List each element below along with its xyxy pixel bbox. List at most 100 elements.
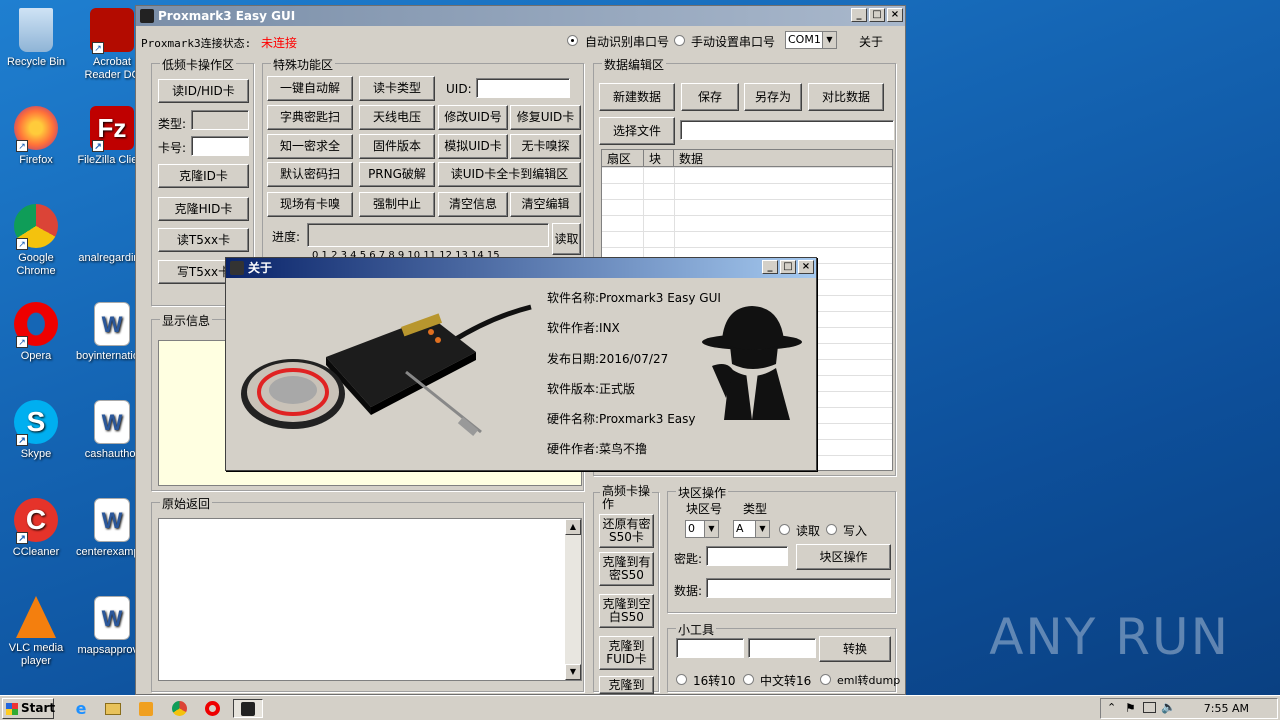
software-name: 软件名称:Proxmark3 Easy GUI [547,291,721,305]
read-card-type-button[interactable]: 读卡类型 [359,76,435,101]
dict-key-scan-button[interactable]: 字典密匙扫 [267,105,353,130]
desktop-icon-opera[interactable]: ↗ Opera [0,302,72,363]
close-button[interactable]: × [798,260,814,274]
chinese-to-hex-label: 中文转16 [760,674,812,688]
manual-port-radio[interactable] [674,35,685,46]
repair-uid-card-button[interactable]: 修复UID卡 [510,105,581,130]
read-id-hid-button[interactable]: 读ID/HID卡 [158,79,249,103]
block-number-select[interactable]: 0 ▼ [685,520,719,538]
shortcut-arrow-icon: ↗ [16,532,28,544]
lf-type-field[interactable] [191,110,249,130]
block-data-field[interactable] [706,578,891,598]
network-icon[interactable] [1143,702,1156,713]
default-key-scan-button[interactable]: 默认密码扫 [267,162,353,187]
block-operation-button[interactable]: 块区操作 [796,544,891,570]
volume-icon[interactable]: 🔈 [1161,700,1176,714]
clone-to-blank-s50-button[interactable]: 克隆到空白S50 [599,594,654,628]
clear-info-button[interactable]: 清空信息 [438,192,508,217]
chinese-to-hex-radio[interactable] [743,674,754,685]
convert-button[interactable]: 转换 [819,636,891,662]
read-t5xx-button[interactable]: 读T5xx卡 [158,228,249,252]
proxmark-taskbar-button[interactable] [233,699,263,718]
chrome-taskbar-icon[interactable] [168,699,190,718]
close-button[interactable]: × [887,8,903,22]
desktop-icon-chrome[interactable]: ↗ Google Chrome [0,204,72,278]
chrome-icon: ↗ [14,204,58,250]
main-titlebar[interactable]: Proxmark3 Easy GUI _ □ × [136,6,905,26]
desktop-icon-label: Acrobat Reader DC [84,56,140,81]
maximize-button[interactable]: □ [780,260,796,274]
scroll-up-icon[interactable]: ▲ [565,519,581,535]
key-type-select[interactable]: A ▼ [733,520,770,538]
start-button[interactable]: Start [2,698,55,719]
auto-port-radio[interactable] [567,35,578,46]
eml-to-dump-radio[interactable] [820,674,831,685]
about-link[interactable]: 关于 [859,33,883,50]
new-data-button[interactable]: 新建数据 [599,83,675,111]
one-key-all-button[interactable]: 知一密求全 [267,134,353,159]
force-stop-button[interactable]: 强制中止 [359,192,435,217]
save-button[interactable]: 保存 [681,83,739,111]
about-titlebar[interactable]: 关于 _ □ × [226,258,816,278]
key-field[interactable] [706,546,788,566]
cardless-sniff-button[interactable]: 无卡嗅探 [510,134,581,159]
desktop-icon-recycle-bin[interactable]: Recycle Bin [0,8,72,69]
choose-file-button[interactable]: 选择文件 [599,117,675,145]
clone-to-fuid-button[interactable]: 克隆到FUID卡 [599,636,654,670]
read-uid-full-to-editor-button[interactable]: 读UID卡全卡到编辑区 [438,162,581,187]
com-port-select[interactable]: COM1 ▼ [785,31,837,49]
emulate-uid-button[interactable]: 模拟UID卡 [438,134,508,159]
ie-taskbar-icon[interactable]: e [70,699,92,718]
prng-crack-button[interactable]: PRNG破解 [359,162,435,187]
save-as-button[interactable]: 另存为 [744,83,802,111]
desktop-icon-ccleaner[interactable]: C ↗ CCleaner [0,498,72,559]
tool-input-field[interactable] [676,638,744,658]
col-data[interactable]: 数据 [674,150,892,166]
clone-to-more-button[interactable]: 克隆到 [599,676,654,694]
clock[interactable]: 7:55 AM [1204,702,1249,715]
clone-id-button[interactable]: 克隆ID卡 [158,164,249,188]
antenna-voltage-button[interactable]: 天线电压 [359,105,435,130]
file-path-field[interactable] [680,120,894,140]
compare-data-button[interactable]: 对比数据 [808,83,884,111]
tray-expand-icon[interactable]: ⌃ [1107,701,1116,714]
raw-return-textarea[interactable]: ▲ ▼ [158,518,582,681]
clear-editor-button[interactable]: 清空编辑 [510,192,581,217]
maximize-button[interactable]: □ [869,8,885,22]
read-radio[interactable] [779,524,790,535]
minimize-button[interactable]: _ [851,8,867,22]
opera-taskbar-icon[interactable] [201,699,223,718]
one-click-crack-button[interactable]: 一键自动解 [267,76,353,101]
explorer-taskbar-icon[interactable] [102,699,124,718]
vlc-cone-icon [16,596,56,638]
onsite-sniff-button[interactable]: 现场有卡嗅 [267,192,353,217]
write-radio[interactable] [826,524,837,535]
uid-field[interactable] [476,78,570,98]
minimize-button[interactable]: _ [762,260,778,274]
modify-uid-button[interactable]: 修改UID号 [438,105,508,130]
eml-to-dump-label: eml转dump [837,674,901,687]
desktop-icon-label: CCleaner [12,546,60,558]
flag-icon[interactable]: ⚑ [1125,701,1136,715]
col-sector[interactable]: 扇区 [602,150,644,166]
col-block[interactable]: 块 [644,150,674,166]
raw-scrollbar[interactable]: ▲ ▼ [565,519,581,680]
hex-to-dec-radio[interactable] [676,674,687,685]
read-sector-button[interactable]: 读取 [552,223,581,255]
card-number-field[interactable] [191,136,249,156]
spy-avatar-icon [702,306,802,420]
scroll-down-icon[interactable]: ▼ [565,664,581,680]
tool-output-field[interactable] [748,638,816,658]
special-group-title: 特殊功能区 [271,56,336,73]
desktop-icon-skype[interactable]: S ↗ Skype [0,400,72,461]
hf-group-title: 高频卡操作 [600,484,652,511]
restore-encrypted-s50-button[interactable]: 还原有密S50卡 [599,514,654,548]
firmware-version-button[interactable]: 固件版本 [359,134,435,159]
media-player-taskbar-icon[interactable] [135,699,157,718]
write-radio-label: 写入 [843,524,868,538]
clone-to-encrypted-s50-button[interactable]: 克隆到有密S50 [599,552,654,586]
clone-hid-button[interactable]: 克隆HID卡 [158,197,249,221]
desktop-icon-firefox[interactable]: ↗ Firefox [0,106,72,167]
display-group-title: 显示信息 [160,312,213,329]
desktop-icon-vlc[interactable]: VLC media player [0,596,72,668]
